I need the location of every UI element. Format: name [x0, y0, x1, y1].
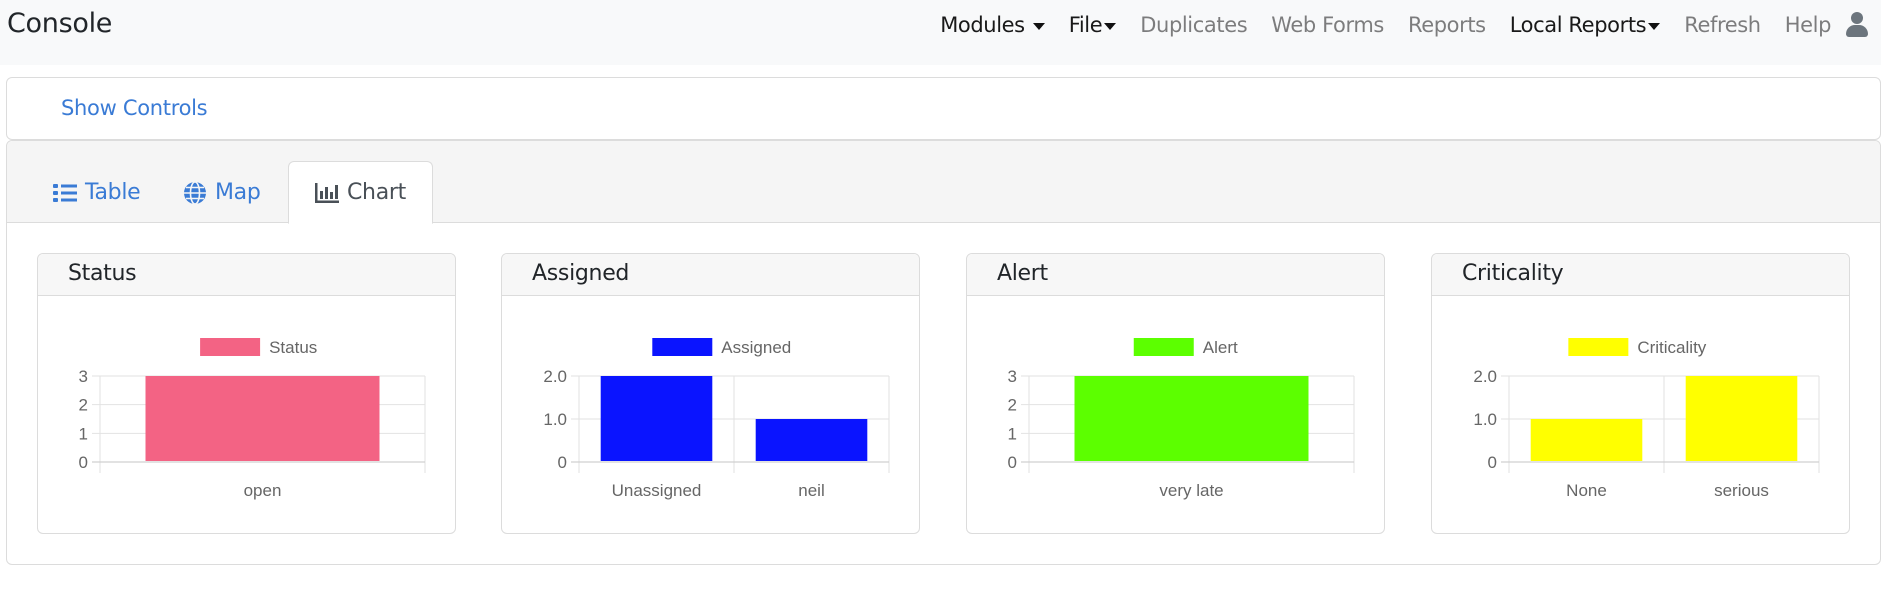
chart-card-title: Criticality — [1432, 254, 1849, 296]
y-tick-label: 2 — [79, 396, 88, 415]
bar-chart-icon — [315, 182, 339, 203]
nav-item-reports[interactable]: Reports — [1396, 13, 1498, 37]
y-tick-label: 0 — [79, 453, 88, 472]
caret-down-icon — [1104, 22, 1117, 30]
y-tick-label: 1 — [79, 424, 88, 443]
nav-item-duplicates[interactable]: Duplicates — [1128, 13, 1259, 37]
y-tick-label: 0 — [1008, 453, 1017, 472]
x-tick-label: Unassigned — [612, 481, 702, 500]
bar — [1530, 419, 1643, 461]
x-tick-label: serious — [1714, 481, 1769, 500]
bar — [1074, 376, 1309, 461]
legend-swatch — [1568, 338, 1629, 356]
nav-menu: Modules File Duplicates Web Forms Report… — [928, 10, 1881, 40]
bar — [600, 376, 713, 461]
alert-chart: Alert 0 1 2 3 very late — [1008, 338, 1355, 500]
nav-item-label: Reports — [1407, 13, 1486, 37]
assigned-chart-card: Assigned Assigned 0 1.0 2.0 Unassigned neil — [501, 253, 920, 534]
bar — [145, 376, 380, 461]
nav-item-label: Local Reports — [1509, 13, 1647, 37]
tab-label: Chart — [347, 180, 406, 205]
y-tick-label: 2.0 — [1473, 367, 1497, 386]
criticality-chart-card: Criticality Criticality 0 1.0 2.0 None seriou… — [1431, 253, 1850, 534]
user-icon-body — [1846, 25, 1868, 37]
globe-icon — [184, 180, 206, 205]
nav-item-label: Modules — [940, 13, 1025, 37]
status-chart-card: Status Status 0 1 2 3 open — [37, 253, 456, 534]
legend-label: Status — [269, 338, 317, 357]
y-tick-label: 3 — [1008, 367, 1017, 386]
user-icon-head — [1851, 12, 1863, 24]
nav-item-label: Refresh — [1684, 13, 1761, 37]
assigned-chart: Assigned 0 1.0 2.0 Unassigned neil — [543, 338, 890, 500]
alert-chart-card: Alert Alert 0 1 2 3 very late — [966, 253, 1385, 534]
nav-item-local-reports[interactable]: Local Reports — [1498, 13, 1672, 37]
y-tick-label: 1 — [1008, 424, 1017, 443]
criticality-chart: Criticality 0 1.0 2.0 None serious — [1473, 338, 1820, 500]
x-tick-label: neil — [798, 481, 824, 500]
legend-label: Criticality — [1637, 338, 1706, 357]
tab-chart[interactable]: Chart — [288, 161, 433, 224]
nav-item-label: Duplicates — [1140, 13, 1248, 37]
bar — [1685, 376, 1798, 461]
nav-item-label: Help — [1784, 13, 1832, 37]
y-tick-label: 2 — [1008, 396, 1017, 415]
y-tick-label: 0 — [558, 453, 567, 472]
x-tick-label: open — [244, 481, 282, 500]
nav-item-label: Web Forms — [1271, 13, 1384, 37]
list-icon — [53, 183, 77, 202]
legend-label: Alert — [1203, 338, 1238, 357]
caret-down-icon — [1032, 22, 1045, 30]
chart-card-title: Assigned — [502, 254, 919, 296]
navbar: Console Modules File Duplicates Web Form… — [0, 0, 1881, 65]
tab-map[interactable]: Map — [157, 161, 287, 224]
y-tick-label: 3 — [79, 367, 88, 386]
controls-card: Show Controls — [6, 77, 1881, 140]
nav-item-label: File — [1068, 13, 1103, 37]
brand-title[interactable]: Console — [7, 8, 112, 39]
caret-down-icon — [1648, 22, 1661, 30]
nav-item-help[interactable]: Help — [1773, 13, 1843, 37]
nav-item-file[interactable]: File — [1057, 13, 1129, 37]
y-tick-label: 1.0 — [543, 410, 567, 429]
x-tick-label: very late — [1159, 481, 1223, 500]
nav-item-modules[interactable]: Modules — [928, 13, 1057, 37]
legend-label: Assigned — [721, 338, 791, 357]
tab-label: Map — [215, 180, 261, 205]
tab-label: Table — [85, 180, 141, 205]
y-tick-label: 1.0 — [1473, 410, 1497, 429]
tab-table[interactable]: Table — [27, 161, 166, 224]
show-controls-link[interactable]: Show Controls — [61, 96, 208, 120]
nav-item-web-forms[interactable]: Web Forms — [1259, 13, 1396, 37]
bar — [755, 419, 868, 461]
status-chart: Status 0 1 2 3 open — [79, 338, 426, 500]
chart-card-title: Status — [38, 254, 455, 296]
legend-swatch — [200, 338, 261, 356]
y-tick-label: 0 — [1488, 453, 1497, 472]
chart-card-title: Alert — [967, 254, 1384, 296]
legend-swatch — [652, 338, 713, 356]
nav-item-refresh[interactable]: Refresh — [1672, 13, 1773, 37]
x-tick-label: None — [1566, 481, 1607, 500]
legend-swatch — [1133, 338, 1194, 356]
user-icon[interactable] — [1845, 11, 1869, 39]
y-tick-label: 2.0 — [543, 367, 567, 386]
